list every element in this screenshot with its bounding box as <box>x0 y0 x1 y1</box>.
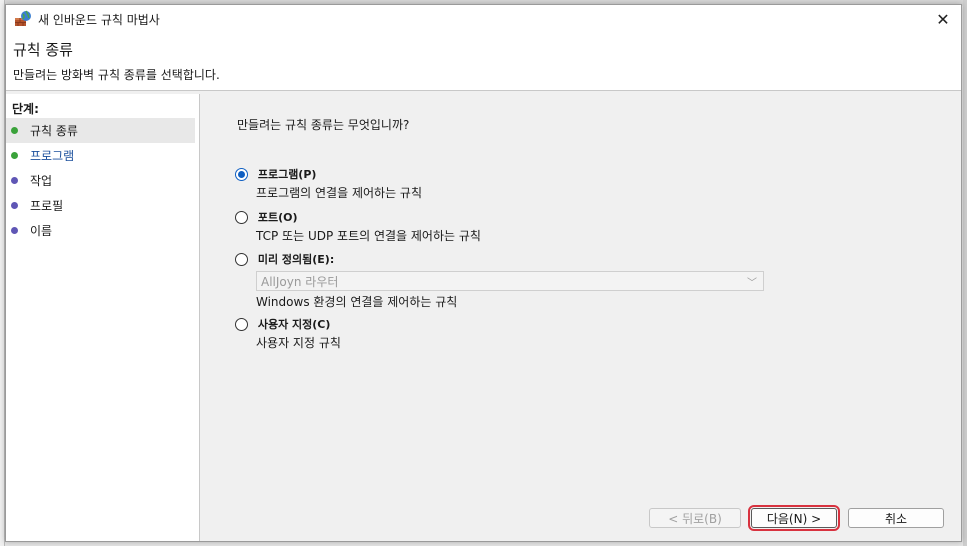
step-profile: 프로필 <box>6 193 195 218</box>
option-description: TCP 또는 UDP 포트의 연결을 제어하는 규칙 <box>256 229 481 243</box>
cancel-button[interactable]: 취소 <box>848 508 944 528</box>
steps-title: 단계: <box>12 102 39 116</box>
step-status-icon <box>11 127 18 134</box>
page-subtitle: 만들려는 방화벽 규칙 종류를 선택합니다. <box>13 68 220 82</box>
question-text: 만들려는 규칙 종류는 무엇입니까? <box>237 118 410 132</box>
radio-program[interactable] <box>235 167 248 181</box>
option-description: 사용자 지정 규칙 <box>256 336 341 350</box>
option-program[interactable]: 프로그램(P) 프로그램의 연결을 제어하는 규칙 <box>235 166 422 201</box>
step-action: 작업 <box>6 168 195 193</box>
step-rule-type: 규칙 종류 <box>6 118 195 143</box>
predefined-select[interactable]: AllJoyn 라우터 ﹀ <box>256 271 764 291</box>
step-label: 프로필 <box>30 199 64 213</box>
option-description: Windows 환경의 연결을 제어하는 규칙 <box>256 295 458 309</box>
radio-predefined[interactable] <box>235 252 248 266</box>
radio-custom[interactable] <box>235 317 248 331</box>
option-label[interactable]: 사용자 지정(C) <box>258 318 331 331</box>
wizard-header: 규칙 종류 만들려는 방화벽 규칙 종류를 선택합니다. <box>6 33 961 91</box>
step-label: 규칙 종류 <box>30 124 78 138</box>
option-description: 프로그램의 연결을 제어하는 규칙 <box>256 186 423 200</box>
step-label[interactable]: 프로그램 <box>30 147 74 164</box>
firewall-icon <box>15 10 31 26</box>
chevron-down-icon: ﹀ <box>747 278 757 289</box>
close-icon: ✕ <box>936 9 950 29</box>
step-status-icon <box>11 152 18 159</box>
option-label[interactable]: 프로그램(P) <box>258 168 317 181</box>
step-label: 이름 <box>30 224 53 238</box>
step-status-icon <box>11 177 18 184</box>
title-bar[interactable]: 새 인바운드 규칙 마법사 ✕ <box>6 5 961 33</box>
step-program[interactable]: 프로그램 <box>6 143 195 168</box>
next-button[interactable]: 다음(N) > <box>748 505 840 531</box>
background-window-scrollbar <box>963 0 967 546</box>
option-label[interactable]: 포트(O) <box>258 211 298 224</box>
steps-panel: 단계: 규칙 종류 프로그램 작업 프로필 이름 <box>6 94 200 541</box>
option-port[interactable]: 포트(O) TCP 또는 UDP 포트의 연결을 제어하는 규칙 <box>235 209 481 244</box>
option-custom[interactable]: 사용자 지정(C) 사용자 지정 규칙 <box>235 316 341 351</box>
window-title: 새 인바운드 규칙 마법사 <box>38 12 160 27</box>
back-button[interactable]: < 뒤로(B) <box>649 508 741 528</box>
step-name: 이름 <box>6 218 195 243</box>
content-panel: 만들려는 규칙 종류는 무엇입니까? 프로그램(P) 프로그램의 연결을 제어하… <box>201 94 961 541</box>
step-status-icon <box>11 227 18 234</box>
wizard-body: 단계: 규칙 종류 프로그램 작업 프로필 이름 만들려는 규칙 종류는 무엇입… <box>6 94 961 541</box>
step-label: 작업 <box>30 174 53 188</box>
wizard-dialog: 새 인바운드 규칙 마법사 ✕ 규칙 종류 만들려는 방화벽 규칙 종류를 선택… <box>5 4 962 542</box>
radio-port[interactable] <box>235 210 248 224</box>
step-status-icon <box>11 202 18 209</box>
close-button[interactable]: ✕ <box>931 7 955 31</box>
page-title: 규칙 종류 <box>13 41 73 59</box>
option-label[interactable]: 미리 정의됨(E): <box>258 253 334 266</box>
option-predefined[interactable]: 미리 정의됨(E): AllJoyn 라우터 ﹀ Windows 환경의 연결을… <box>235 251 764 310</box>
select-value: AllJoyn 라우터 <box>261 274 339 289</box>
